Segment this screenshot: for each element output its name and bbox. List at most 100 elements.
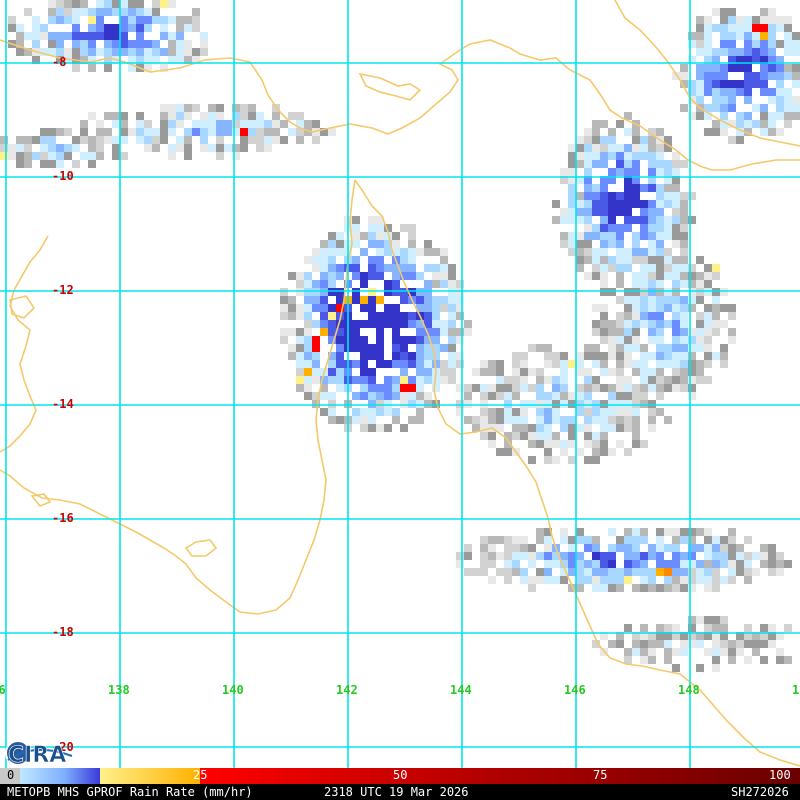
rain-cell	[720, 640, 728, 648]
rain-cell	[560, 448, 568, 456]
rain-cell	[400, 368, 408, 376]
rain-cell	[112, 40, 120, 48]
rain-cell	[720, 24, 728, 32]
rain-cell	[648, 552, 656, 560]
rain-cell	[592, 456, 600, 464]
rain-cell	[424, 392, 432, 400]
rain-cell	[544, 352, 552, 360]
rain-cell	[600, 568, 608, 576]
rain-cell	[376, 424, 384, 432]
rain-cell	[560, 536, 568, 544]
rain-cell	[160, 32, 168, 40]
rain-cell	[776, 128, 784, 136]
rain-cell	[584, 208, 592, 216]
rain-cell	[40, 152, 48, 160]
rain-cell	[784, 72, 792, 80]
rain-cell	[672, 552, 680, 560]
heavy-rain-cell	[304, 368, 312, 376]
rain-cell	[664, 576, 672, 584]
rain-cell	[480, 360, 488, 368]
rain-cell	[608, 208, 616, 216]
rain-cell	[568, 392, 576, 400]
rain-cell	[352, 344, 360, 352]
rain-cell	[584, 576, 592, 584]
rain-cell	[136, 120, 144, 128]
rain-cell	[440, 328, 448, 336]
rain-cell	[600, 584, 608, 592]
rain-cell	[488, 360, 496, 368]
rain-cell	[664, 528, 672, 536]
rain-cell	[664, 376, 672, 384]
rain-cell	[504, 560, 512, 568]
rain-cell	[680, 560, 688, 568]
rain-cell	[464, 544, 472, 552]
rain-cell	[384, 400, 392, 408]
rain-cell	[96, 32, 104, 40]
rain-cell	[520, 408, 528, 416]
rain-cell	[576, 408, 584, 416]
rain-cell	[152, 136, 160, 144]
rain-cell	[608, 528, 616, 536]
rain-cell	[648, 416, 656, 424]
rain-cell	[784, 64, 792, 72]
rain-cell	[680, 248, 688, 256]
rain-cell	[144, 136, 152, 144]
rain-cell	[664, 288, 672, 296]
rain-cell	[328, 232, 336, 240]
rain-cell	[448, 312, 456, 320]
rain-cell	[88, 112, 96, 120]
rain-cell	[640, 376, 648, 384]
rain-cell	[640, 648, 648, 656]
rain-cell	[624, 216, 632, 224]
rain-cell	[776, 648, 784, 656]
rain-cell	[72, 160, 80, 168]
rain-cell	[768, 24, 776, 32]
rain-cell	[424, 360, 432, 368]
rain-cell	[360, 352, 368, 360]
rain-cell	[680, 216, 688, 224]
rain-cell	[592, 256, 600, 264]
rain-cell	[792, 96, 800, 104]
rain-cell	[672, 280, 680, 288]
rain-cell	[704, 264, 712, 272]
rain-cell	[576, 528, 584, 536]
rain-cell	[136, 48, 144, 56]
rain-cell	[80, 128, 88, 136]
rain-cell	[432, 248, 440, 256]
rain-cell	[664, 304, 672, 312]
rain-cell	[128, 128, 136, 136]
rain-cell	[560, 440, 568, 448]
rain-cell	[408, 232, 416, 240]
rain-cell	[432, 296, 440, 304]
rain-cell	[552, 440, 560, 448]
rain-cell	[496, 376, 504, 384]
heavy-rain-cell	[664, 568, 672, 576]
rain-cell	[760, 72, 768, 80]
rain-cell	[776, 552, 784, 560]
longitude-label: 146	[564, 683, 586, 697]
latitude-label: -12	[52, 283, 74, 297]
rain-cell	[632, 536, 640, 544]
rain-cell	[592, 352, 600, 360]
rain-cell	[464, 328, 472, 336]
rain-cell	[408, 264, 416, 272]
rain-cell	[384, 280, 392, 288]
rain-cell	[720, 104, 728, 112]
rain-cell	[592, 160, 600, 168]
rain-cell	[480, 432, 488, 440]
rain-cell	[408, 376, 416, 384]
rain-cell	[80, 32, 88, 40]
rain-cell	[584, 136, 592, 144]
rain-cell	[296, 336, 304, 344]
rain-cell	[656, 328, 664, 336]
rain-cell	[392, 344, 400, 352]
rain-cell	[632, 304, 640, 312]
rain-cell	[528, 384, 536, 392]
rain-cell	[464, 384, 472, 392]
rain-cell	[216, 128, 224, 136]
rain-cell	[488, 536, 496, 544]
rain-cell	[568, 192, 576, 200]
rain-cell	[568, 248, 576, 256]
rain-cell	[696, 256, 704, 264]
rain-cell	[632, 360, 640, 368]
